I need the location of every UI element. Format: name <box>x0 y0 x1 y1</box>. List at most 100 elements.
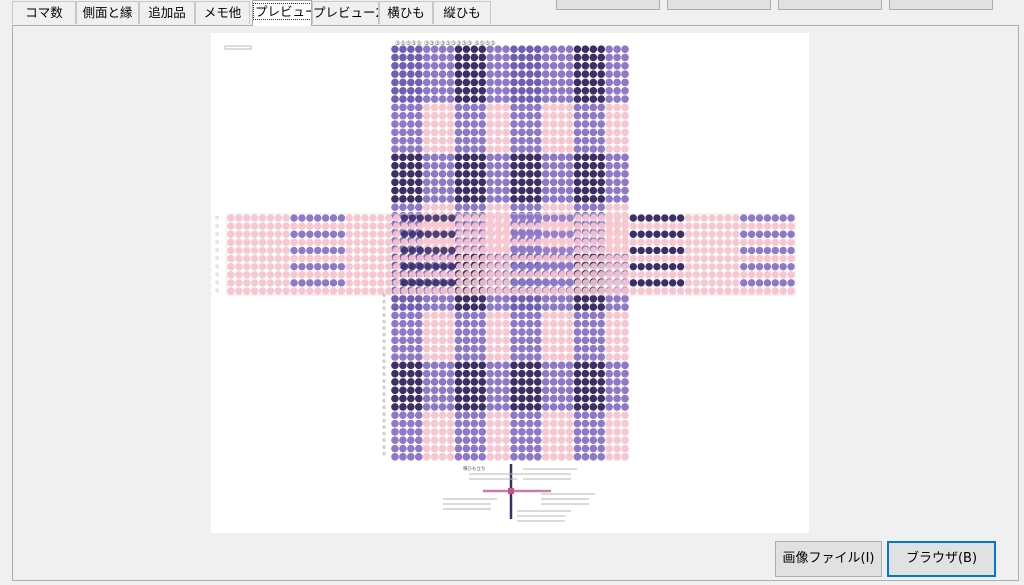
weave-dot <box>454 111 463 120</box>
top-button-2[interactable] <box>667 0 771 10</box>
weave-dot <box>510 361 518 370</box>
top-button-4[interactable] <box>889 0 993 10</box>
weave-dot <box>684 214 693 222</box>
weave-dot <box>565 111 574 120</box>
top-button-1[interactable] <box>556 0 660 10</box>
weave-dot <box>478 336 487 345</box>
weave-dot <box>787 287 795 295</box>
weave-dot <box>361 271 369 279</box>
weave-preview-canvas: ⑤⑤⑤⑤⑤ ③③③③③③③③③ ⑤⑤⑤⑤①①①①①①①①①①⑥⑥⑥⑥⑥⑥⑥⑥⑥⑥… <box>215 40 796 522</box>
weave-dot <box>771 238 779 247</box>
weave-dot <box>486 369 494 378</box>
weave-dot <box>708 246 716 255</box>
weave-dot <box>502 195 510 203</box>
weave-dot <box>250 271 259 279</box>
weave-dot <box>345 287 353 295</box>
weave-dot <box>479 238 488 247</box>
weave-dot <box>597 78 606 87</box>
weave-dot <box>597 436 606 445</box>
weave-dot <box>502 170 510 178</box>
weave-dot <box>430 453 439 461</box>
weave-dot <box>274 230 282 238</box>
weave-dot <box>470 120 479 128</box>
weave-dot <box>391 378 399 386</box>
browser-button[interactable]: ブラウザ(B) <box>887 541 996 577</box>
weave-dot <box>266 279 275 287</box>
weave-dot <box>438 178 447 187</box>
weave-dot <box>565 303 574 311</box>
weave-dot <box>407 361 415 370</box>
tab-preview[interactable]: プレビュー <box>252 0 312 26</box>
weave-dot <box>732 230 740 238</box>
weave-dot <box>581 178 590 187</box>
weave-dot <box>557 78 566 87</box>
top-button-3[interactable] <box>778 0 882 10</box>
weave-dot <box>629 271 637 279</box>
tab-memo[interactable]: メモ他 <box>195 1 250 24</box>
weave-dot <box>549 386 558 395</box>
weave-dot <box>542 287 551 295</box>
weave-dot <box>454 61 463 70</box>
weave-dot <box>558 271 566 279</box>
weave-dot <box>282 214 290 222</box>
tab-horizontal-strings[interactable]: 横ひも <box>379 1 433 24</box>
weave-dot <box>526 70 534 78</box>
weave-dot <box>471 262 480 271</box>
weave-dot <box>573 145 582 153</box>
weave-dot <box>518 294 526 303</box>
weave-dot <box>518 170 526 178</box>
tab-preview2[interactable]: プレビュー2 <box>312 1 379 24</box>
weave-dot <box>519 287 527 295</box>
weave-dot <box>526 369 534 378</box>
side-number: ⑥ <box>382 392 387 398</box>
weave-dot <box>558 230 566 238</box>
weave-dot <box>478 319 487 328</box>
weave-dot <box>478 136 487 145</box>
weave-dot <box>470 195 479 203</box>
weave-dot <box>589 394 598 403</box>
weave-dot <box>290 262 298 271</box>
preview-image[interactable]: ⑤⑤⑤⑤⑤ ③③③③③③③③③ ⑤⑤⑤⑤ ① ① ① ① ① ① ① ① ① ① ⑥ ⑥ ⑥ ⑥ ⑥ ⑥ ⑥ ⑥ ⑥ ⑥… <box>211 33 809 533</box>
weave-dot <box>282 287 290 295</box>
weave-dot <box>557 294 566 303</box>
weave-dot <box>511 254 519 263</box>
weave-dot <box>621 170 629 178</box>
weave-dot <box>613 103 621 112</box>
weave-dot <box>787 279 795 287</box>
weave-dot <box>290 271 298 279</box>
tab-vertical-strings[interactable]: 縦ひも <box>433 1 491 24</box>
weave-dot <box>446 428 455 436</box>
weave-dot <box>692 271 701 279</box>
tab-additions[interactable]: 追加品 <box>139 1 195 24</box>
weave-dot <box>399 394 407 403</box>
weave-dot <box>486 153 494 162</box>
weave-dot <box>399 53 407 62</box>
weave-dot <box>446 53 455 62</box>
weave-dot <box>582 246 590 255</box>
weave-dot <box>243 279 251 287</box>
weave-dot <box>486 86 494 95</box>
weave-dot <box>432 262 440 271</box>
weave-dot <box>470 311 479 320</box>
tab-side-edge[interactable]: 側面と縁 <box>76 1 139 24</box>
weave-dot <box>503 262 511 271</box>
weave-dot <box>440 271 448 279</box>
weave-dot <box>557 311 566 320</box>
weave-dot <box>550 230 559 238</box>
weave-dot <box>494 378 502 386</box>
weave-dot <box>589 386 598 395</box>
weave-dot <box>597 170 606 178</box>
image-file-button[interactable]: 画像ファイル(I) <box>775 541 882 577</box>
tab-koma[interactable]: コマ数 <box>12 1 76 24</box>
weave-dot <box>391 170 399 178</box>
weave-dot <box>446 103 455 112</box>
weave-dot <box>581 128 590 137</box>
weave-dot <box>430 95 439 103</box>
weave-dot <box>446 203 455 212</box>
weave-dot <box>771 287 779 295</box>
weave-dot <box>486 203 494 212</box>
weave-dot <box>321 287 330 295</box>
weave-dot <box>430 386 439 395</box>
weave-dot <box>724 246 732 255</box>
weave-dot <box>250 214 259 222</box>
